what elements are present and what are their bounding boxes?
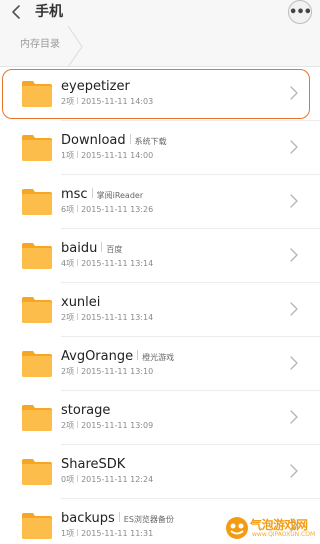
chevron-right-icon <box>290 248 298 262</box>
folder-row[interactable]: msc 掌阅iReader 6项 2015-11-11 13:26 <box>0 175 320 229</box>
chevron-right-icon <box>290 140 298 154</box>
chevron-left-icon <box>12 5 20 19</box>
folder-alias: 掌阅iReader <box>96 191 144 200</box>
chevron-right-icon <box>290 464 298 478</box>
folder-meta: 1项 2015-11-11 14:00 <box>61 151 153 161</box>
folder-icon <box>22 189 52 215</box>
name-separator <box>129 134 131 144</box>
watermark-logo-icon <box>226 517 248 539</box>
folder-icon <box>22 297 52 323</box>
folder-date: 2015-11-11 13:10 <box>81 367 154 376</box>
page-title: 手机 <box>35 4 63 20</box>
folder-date: 2015-11-11 12:24 <box>81 475 154 484</box>
meta-separator <box>77 529 79 536</box>
folder-name-line: xunlei <box>61 293 100 311</box>
more-button[interactable]: ••• <box>288 0 312 24</box>
folder-meta: 0项 2015-11-11 12:24 <box>61 475 153 485</box>
folder-name: ShareSDK <box>61 457 126 472</box>
meta-separator <box>77 313 79 320</box>
folder-name: backups <box>61 511 115 526</box>
meta-separator <box>77 151 79 158</box>
folder-item-count: 6项 <box>61 205 75 214</box>
folder-alias: 橙光游戏 <box>142 353 175 362</box>
back-button[interactable] <box>8 3 26 21</box>
folder-item-count: 1项 <box>61 151 75 160</box>
meta-separator <box>77 205 79 212</box>
breadcrumb: 内存目录 <box>0 26 320 67</box>
folder-icon <box>22 459 52 485</box>
folder-row[interactable]: ShareSDK 0项 2015-11-11 12:24 <box>0 445 320 499</box>
name-separator <box>91 188 93 198</box>
watermark: 气泡游戏网 www.QIPAOXUN.COM <box>224 514 316 542</box>
highlight-box <box>2 69 310 119</box>
watermark-url: www.QIPAOXUN.COM <box>252 531 316 538</box>
folder-item-count: 4项 <box>61 259 75 268</box>
folder-alias: 系统下载 <box>134 137 167 146</box>
chevron-right-icon <box>290 194 298 208</box>
folder-name: msc <box>61 187 88 202</box>
folder-row[interactable]: Download 系统下载 1项 2015-11-11 14:00 <box>0 121 320 175</box>
folder-item-count: 2项 <box>61 313 75 322</box>
folder-meta: 2项 2015-11-11 13:14 <box>61 313 153 323</box>
folder-icon <box>22 513 52 539</box>
chevron-right-icon <box>290 356 298 370</box>
meta-separator <box>77 259 79 266</box>
folder-name: storage <box>61 403 111 418</box>
folder-date: 2015-11-11 13:09 <box>81 421 154 430</box>
breadcrumb-item-root[interactable]: 内存目录 <box>20 38 60 52</box>
name-separator <box>101 242 103 252</box>
folder-alias: 百度 <box>106 245 123 254</box>
folder-name-line: baidu 百度 <box>61 239 122 258</box>
folder-item-count: 1项 <box>61 529 75 538</box>
meta-separator <box>77 367 79 374</box>
meta-separator <box>77 475 79 482</box>
more-icon: ••• <box>289 5 312 20</box>
folder-name: baidu <box>61 241 98 256</box>
folder-name: Download <box>61 133 126 148</box>
chevron-right-icon <box>290 302 298 316</box>
folder-icon <box>22 405 52 431</box>
folder-icon <box>22 135 52 161</box>
top-bar: 手机 ••• <box>0 0 320 26</box>
folder-item-count: 2项 <box>61 421 75 430</box>
folder-name-line: backups ES浏览器备份 <box>61 509 174 528</box>
folder-name-line: Download 系统下载 <box>61 131 167 150</box>
folder-date: 2015-11-11 11:31 <box>81 529 154 538</box>
folder-icon <box>22 243 52 269</box>
chevron-right-icon <box>290 410 298 424</box>
folder-item-count: 0项 <box>61 475 75 484</box>
folder-name-line: msc 掌阅iReader <box>61 185 143 204</box>
folder-meta: 6项 2015-11-11 13:26 <box>61 205 153 215</box>
meta-separator <box>77 421 79 428</box>
folder-name-line: ShareSDK <box>61 455 125 473</box>
folder-row[interactable]: baidu 百度 4项 2015-11-11 13:14 <box>0 229 320 283</box>
folder-name-line: AvgOrange 橙光游戏 <box>61 347 174 366</box>
folder-name-line: storage <box>61 401 110 419</box>
folder-date: 2015-11-11 13:14 <box>81 259 154 268</box>
folder-icon <box>22 351 52 377</box>
folder-date: 2015-11-11 14:00 <box>81 151 154 160</box>
folder-date: 2015-11-11 13:26 <box>81 205 154 214</box>
folder-item-count: 2项 <box>61 367 75 376</box>
folder-date: 2015-11-11 13:14 <box>81 313 154 322</box>
folder-meta: 2项 2015-11-11 13:10 <box>61 367 153 377</box>
folder-alias: ES浏览器备份 <box>123 515 174 524</box>
folder-row[interactable]: AvgOrange 橙光游戏 2项 2015-11-11 13:10 <box>0 337 320 391</box>
folder-name: AvgOrange <box>61 349 134 364</box>
folder-meta: 2项 2015-11-11 13:09 <box>61 421 153 431</box>
breadcrumb-separator-icon <box>67 26 83 67</box>
folder-row[interactable]: storage 2项 2015-11-11 13:09 <box>0 391 320 445</box>
folder-meta: 1项 2015-11-11 11:31 <box>61 529 153 539</box>
folder-row[interactable]: xunlei 2项 2015-11-11 13:14 <box>0 283 320 337</box>
folder-meta: 4项 2015-11-11 13:14 <box>61 259 153 269</box>
name-separator <box>137 350 139 360</box>
folder-name: xunlei <box>61 295 101 310</box>
name-separator <box>118 512 120 522</box>
